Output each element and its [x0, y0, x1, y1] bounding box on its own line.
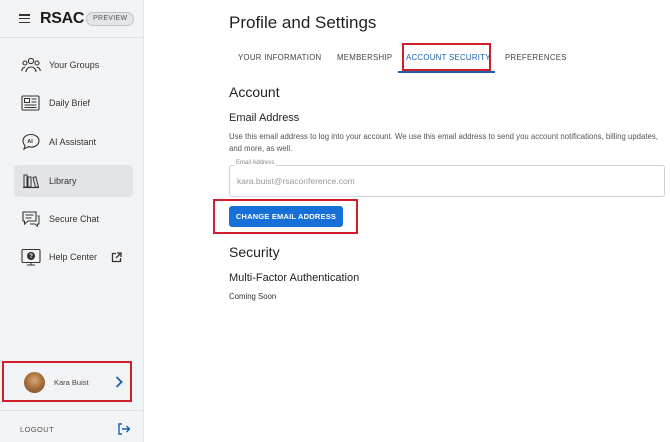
active-tab-indicator — [398, 71, 495, 73]
sidebar-item-label: Your Groups — [49, 60, 100, 70]
sidebar-item-label: Secure Chat — [49, 214, 100, 224]
svg-text:AI: AI — [27, 139, 33, 145]
menu-icon[interactable] — [19, 14, 30, 24]
change-email-button[interactable]: CHANGE EMAIL ADDRESS — [229, 206, 343, 227]
sidebar-item-label: Daily Brief — [49, 98, 91, 108]
logout-label: LOGOUT — [20, 425, 55, 434]
chat-icon — [22, 211, 40, 228]
library-icon — [23, 174, 40, 189]
sidebar-item-label: AI Assistant — [49, 137, 97, 147]
logout-row[interactable]: LOGOUT — [0, 410, 144, 442]
sidebar-item-daily-brief[interactable]: Daily Brief — [14, 87, 133, 119]
tab-highlight-box — [402, 43, 491, 71]
sidebar-item-library[interactable]: Library — [14, 165, 133, 197]
user-profile-row[interactable]: Kara Buist — [2, 361, 132, 402]
sidebar-item-secure-chat[interactable]: Secure Chat — [14, 203, 133, 235]
svg-text:?: ? — [29, 254, 33, 260]
brand-logo[interactable]: RSAC — [40, 10, 84, 28]
user-name: Kara Buist — [54, 378, 89, 387]
security-heading: Security — [229, 244, 280, 260]
preview-badge: PREVIEW — [86, 12, 135, 26]
newspaper-icon — [21, 95, 40, 111]
tab-membership[interactable]: MEMBERSHIP — [337, 44, 392, 72]
sidebar-header: RSAC PREVIEW — [0, 0, 144, 38]
email-description: Use this email address to log into your … — [229, 132, 658, 153]
page-title: Profile and Settings — [229, 13, 377, 32]
sidebar: RSAC PREVIEW Your Groups Daily Brief AI … — [0, 0, 144, 442]
avatar — [24, 372, 45, 393]
email-field-label: Email Address — [234, 160, 277, 166]
chevron-right-icon — [115, 376, 123, 388]
sidebar-item-your-groups[interactable]: Your Groups — [14, 49, 133, 81]
email-input[interactable] — [237, 174, 637, 188]
groups-icon — [21, 57, 41, 73]
tab-your-information[interactable]: YOUR INFORMATION — [238, 44, 322, 72]
sidebar-item-help-center[interactable]: ? Help Center — [14, 241, 133, 273]
ai-chat-icon: AI — [22, 133, 40, 151]
logout-icon[interactable] — [117, 422, 131, 436]
external-link-icon — [111, 252, 122, 263]
account-heading: Account — [229, 84, 280, 100]
tab-preferences[interactable]: PREFERENCES — [505, 44, 567, 72]
mfa-status: Coming Soon — [229, 292, 277, 301]
email-heading: Email Address — [229, 112, 300, 124]
sidebar-item-label: Help Center — [49, 252, 98, 262]
sidebar-item-label: Library — [49, 176, 77, 186]
help-icon: ? — [21, 248, 41, 266]
sidebar-item-ai-assistant[interactable]: AI AI Assistant — [14, 126, 133, 158]
mfa-heading: Multi-Factor Authentication — [229, 272, 360, 284]
email-field[interactable] — [229, 165, 665, 197]
